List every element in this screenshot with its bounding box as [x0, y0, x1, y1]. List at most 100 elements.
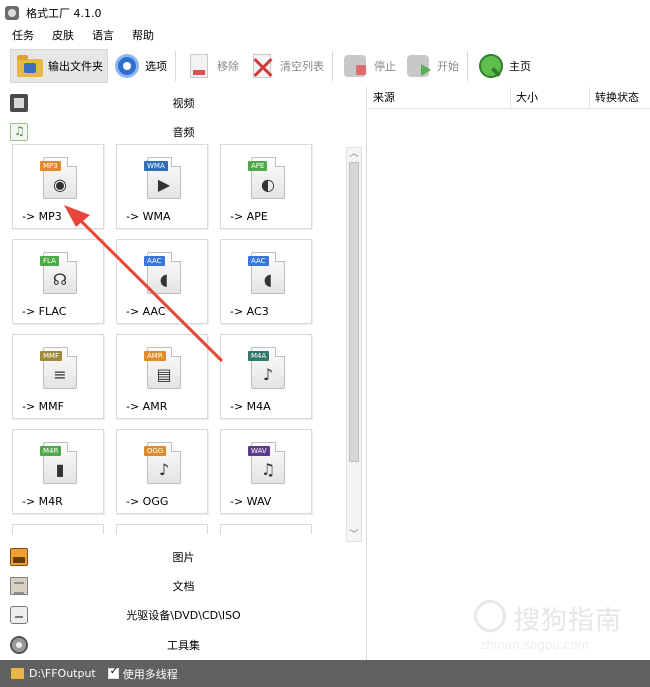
format-label: -> AMR [126, 400, 168, 413]
format-tile-partial[interactable] [220, 524, 312, 534]
format-label: -> MMF [22, 400, 64, 413]
audio-wave-icon: ◖ [159, 270, 169, 289]
document-icon: ≡ [53, 365, 67, 384]
format-tile-mmf[interactable]: MMF ≡ -> MMF [12, 334, 104, 419]
category-disc-label: 光驱设备\DVD\CD\ISO [126, 608, 241, 622]
format-tag: M4R [40, 446, 62, 456]
audio-wave-icon: ◖ [263, 270, 273, 289]
audio-file-icon: MP3 ◉ [40, 157, 77, 199]
category-tools[interactable]: 工具集 [0, 630, 367, 659]
audio-file-icon: M4R ▮ [40, 442, 77, 484]
menu-skin[interactable]: 皮肤 [46, 27, 80, 43]
remove-button[interactable]: 移除 [180, 49, 243, 83]
keyboard-icon: ▤ [156, 365, 172, 384]
format-tile-amr[interactable]: AMR ▤ -> AMR [116, 334, 208, 419]
task-list-header: 来源 大小 转换状态 [368, 87, 650, 109]
output-folder-button[interactable]: 输出文件夹 [10, 49, 108, 83]
format-tag: MMF [40, 351, 63, 361]
output-path[interactable]: D:\FFOutput [29, 667, 96, 680]
column-status[interactable]: 转换状态 [590, 87, 650, 109]
category-document-label: 文档 [172, 579, 195, 593]
category-disc[interactable]: 光驱设备\DVD\CD\ISO [0, 600, 367, 629]
format-tag: MP3 [40, 161, 61, 171]
start-button[interactable]: 开始 [400, 49, 463, 83]
options-button[interactable]: 选项 [108, 49, 171, 83]
options-label: 选项 [145, 60, 167, 73]
output-folder-label: 输出文件夹 [48, 60, 103, 73]
column-source[interactable]: 来源 [368, 87, 511, 109]
stop-button[interactable]: 停止 [337, 49, 400, 83]
home-globe-icon [476, 51, 506, 81]
column-size[interactable]: 大小 [511, 87, 590, 109]
category-picture-label: 图片 [172, 550, 195, 564]
category-tools-label: 工具集 [167, 638, 200, 652]
scroll-down-icon[interactable]: ﹀ [348, 529, 360, 541]
window-title: 格式工厂 4.1.0 [26, 6, 102, 20]
home-button[interactable]: 主页 [472, 49, 535, 83]
format-tile-partial[interactable] [116, 524, 208, 534]
scroll-up-icon[interactable]: ︿ [348, 148, 360, 160]
format-tile-mp3[interactable]: MP3 ◉ -> MP3 [12, 144, 104, 229]
format-tag: FLA [40, 256, 59, 266]
folder-icon [15, 51, 45, 81]
format-tag: AMR [144, 351, 166, 361]
format-label: -> APE [230, 210, 268, 223]
multithread-label[interactable]: 使用多线程 [123, 666, 178, 682]
clear-list-label: 清空列表 [280, 60, 324, 73]
toolbar: 输出文件夹 选项 移除 清空列表 停止 开始 主页 [0, 46, 650, 86]
toolbar-divider [332, 51, 333, 81]
category-audio-label: 音频 [172, 125, 195, 139]
format-tile-m4a[interactable]: M4A ♪ -> M4A [220, 334, 312, 419]
format-tile-ogg[interactable]: OGG ♪ -> OGG [116, 429, 208, 514]
remove-document-icon [184, 51, 214, 81]
format-tile-m4r[interactable]: M4R ▮ -> M4R [12, 429, 104, 514]
scroll-thumb[interactable] [349, 162, 359, 462]
format-factory-window: 格式工厂 4.1.0 任务 皮肤 语言 帮助 输出文件夹 选项 移除 清空列表 … [0, 0, 650, 687]
format-tile-wma[interactable]: WMA ▶ -> WMA [116, 144, 208, 229]
clear-list-icon [247, 51, 277, 81]
music-notes-icon: ♫ [260, 460, 276, 479]
format-tile-partial[interactable] [12, 524, 104, 534]
status-bar: D:\FFOutput 使用多线程 [0, 660, 650, 687]
speaker-icon: ◉ [53, 175, 67, 194]
format-tile-flac[interactable]: FLA ☊ -> FLAC [12, 239, 104, 324]
toolbar-divider [467, 51, 468, 81]
menu-task[interactable]: 任务 [6, 27, 40, 43]
multithread-checkbox[interactable] [107, 666, 119, 679]
title-bar: 格式工厂 4.1.0 [0, 0, 650, 25]
menu-language[interactable]: 语言 [86, 27, 120, 43]
format-tag: AAC [248, 256, 269, 266]
audio-file-icon: APE ◐ [248, 157, 285, 199]
format-label: -> AAC [126, 305, 166, 318]
audio-file-icon: M4A ♪ [248, 347, 285, 389]
format-tag: APE [248, 161, 268, 171]
format-tag: WMA [144, 161, 168, 171]
category-document[interactable]: 文档 [0, 571, 367, 600]
format-tile-aac[interactable]: AAC ◖ -> AAC [116, 239, 208, 324]
audio-file-icon: AAC ◖ [248, 252, 285, 294]
category-video-label: 视频 [172, 96, 195, 110]
category-video[interactable]: 视频 [0, 88, 367, 117]
audio-format-grid: MP3 ◉ -> MP3 WMA ▶ -> WMA APE ◐ -> APE FLA ☊ -> FLA… [12, 144, 344, 544]
format-tile-ac3[interactable]: AAC ◖ -> AC3 [220, 239, 312, 324]
phone-icon: ▮ [55, 460, 65, 479]
format-tag: AAC [144, 256, 165, 266]
category-picture[interactable]: 图片 [0, 542, 367, 571]
music-note-icon: ♪ [262, 365, 274, 384]
audio-file-icon: OGG ♪ [144, 442, 181, 484]
format-label: -> WAV [230, 495, 272, 508]
task-list: 来源 大小 转换状态 [368, 87, 650, 660]
category-audio[interactable]: 音频 [0, 117, 367, 146]
format-tile-ape[interactable]: APE ◐ -> APE [220, 144, 312, 229]
format-label: -> WMA [126, 210, 171, 223]
app-logo-icon [5, 5, 19, 20]
clear-list-button[interactable]: 清空列表 [243, 49, 328, 83]
output-folder-icon[interactable] [11, 668, 24, 679]
gear-icon [112, 51, 142, 81]
format-tile-wav[interactable]: WAV ♫ -> WAV [220, 429, 312, 514]
format-tag: OGG [144, 446, 167, 456]
format-scrollbar[interactable]: ︿ ﹀ [346, 147, 362, 542]
audio-file-icon: MMF ≡ [40, 347, 77, 389]
format-tag: M4A [248, 351, 270, 361]
menu-help[interactable]: 帮助 [126, 27, 160, 43]
